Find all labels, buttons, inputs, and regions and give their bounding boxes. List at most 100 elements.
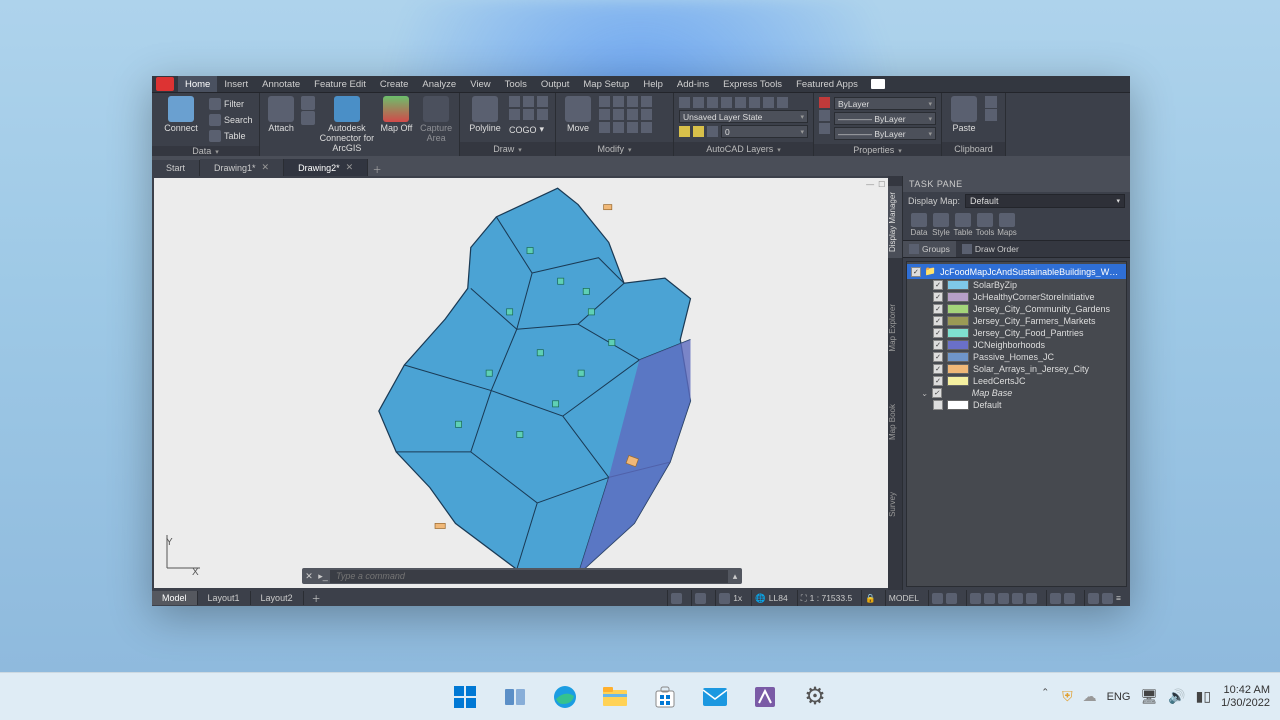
new-tab-button[interactable]: ＋ — [368, 163, 386, 176]
layer-num-combo[interactable]: 0 — [721, 125, 808, 138]
menu-help[interactable]: Help — [636, 76, 670, 92]
weight-icon[interactable] — [819, 123, 830, 134]
layer-tool-icon[interactable] — [679, 97, 690, 108]
explorer-icon[interactable] — [595, 677, 635, 717]
menu-annotate[interactable]: Annotate — [255, 76, 307, 92]
line-icon[interactable] — [819, 110, 830, 121]
layer-tool-icon[interactable] — [735, 97, 746, 108]
layer-checkbox[interactable]: ✓ — [933, 376, 943, 386]
edge-icon[interactable] — [545, 677, 585, 717]
status-icon[interactable] — [671, 593, 682, 604]
tray-battery-icon[interactable]: ▮▯ — [1196, 688, 1211, 705]
polar-icon[interactable] — [998, 593, 1009, 604]
layer-checkbox[interactable]: ✓ — [933, 292, 943, 302]
draw-tool-icon[interactable] — [537, 96, 548, 107]
default-checkbox[interactable] — [933, 400, 943, 410]
layout-tab-layout2[interactable]: Layout2 — [251, 591, 304, 605]
menu-analyze[interactable]: Analyze — [415, 76, 463, 92]
modify-tool-icon[interactable] — [613, 109, 624, 120]
layer-state-combo[interactable]: Unsaved Layer State — [679, 110, 808, 123]
tray-onedrive-icon[interactable]: ☁ — [1083, 688, 1097, 705]
arcgis-connector-button[interactable]: Autodesk Connector for ArcGIS — [319, 96, 374, 154]
status-coord[interactable]: LL84 — [769, 593, 788, 603]
layer-vis-icon[interactable] — [679, 126, 690, 137]
grid2-icon[interactable] — [946, 593, 957, 604]
file-tab[interactable]: Drawing1*✕ — [200, 159, 284, 176]
lineweight-combo[interactable]: ———— ByLayer — [834, 127, 936, 140]
color-icon[interactable] — [819, 97, 830, 108]
settings-icon[interactable]: ⚙ — [795, 677, 835, 717]
grid-icon[interactable] — [932, 593, 943, 604]
menu-add-ins[interactable]: Add-ins — [670, 76, 716, 92]
layer-item[interactable]: ✓Jersey_City_Community_Gardens — [907, 303, 1126, 315]
modify-tool-icon[interactable] — [613, 96, 624, 107]
draw-tool-icon[interactable] — [523, 96, 534, 107]
draw-tool-icon[interactable] — [523, 109, 534, 120]
default-layer-item[interactable]: Default — [907, 399, 1126, 411]
layer-col-icon[interactable] — [707, 126, 718, 137]
layer-tool-icon[interactable] — [721, 97, 732, 108]
sidebar-map-explorer[interactable]: Map Explorer — [888, 298, 902, 358]
menu-express-tools[interactable]: Express Tools — [716, 76, 789, 92]
sidebar-survey[interactable]: Survey — [888, 486, 902, 523]
modify-tool-icon[interactable] — [641, 96, 652, 107]
layer-item[interactable]: ✓Jersey_City_Food_Pantries — [907, 327, 1126, 339]
tray-volume-icon[interactable]: 🔊 — [1168, 688, 1185, 705]
layer-checkbox[interactable]: ✓ — [933, 316, 943, 326]
menu-insert[interactable]: Insert — [217, 76, 255, 92]
layer-checkbox[interactable]: ✓ — [933, 352, 943, 362]
file-tab[interactable]: Drawing2*✕ — [284, 159, 368, 176]
tp-tool-tools[interactable]: Tools — [975, 213, 995, 237]
taskview-icon[interactable] — [495, 677, 535, 717]
status-model[interactable]: MODEL — [889, 593, 919, 603]
menu-map-setup[interactable]: Map Setup — [576, 76, 636, 92]
attach-aux-icon[interactable] — [301, 96, 315, 110]
layer-item[interactable]: ✓JcHealthyCornerStoreInitiative — [907, 291, 1126, 303]
tray-lang[interactable]: ENG — [1107, 691, 1131, 703]
layer-tool-icon[interactable] — [749, 97, 760, 108]
close-tab-icon[interactable]: ✕ — [262, 162, 270, 173]
linetype-combo[interactable]: ———— ByLayer — [834, 112, 936, 125]
layer-tool-icon[interactable] — [763, 97, 774, 108]
lock-icon[interactable]: 🔒 — [865, 593, 876, 604]
tray-network-icon[interactable]: 🖥 — [1140, 688, 1158, 705]
layer-checkbox[interactable]: ✓ — [933, 280, 943, 290]
map-base-item[interactable]: ⌄ ✓ Map Base — [907, 387, 1126, 399]
menu-tools[interactable]: Tools — [498, 76, 534, 92]
iso-icon[interactable] — [1012, 593, 1023, 604]
modify-tool-icon[interactable] — [627, 109, 638, 120]
mapbase-checkbox[interactable]: ✓ — [932, 388, 942, 398]
tp-tool-table[interactable]: Table — [953, 213, 973, 237]
move-button[interactable]: Move — [561, 96, 595, 134]
layout-tab-layout1[interactable]: Layout1 — [198, 591, 251, 605]
menu-featured-apps[interactable]: Featured Apps — [789, 76, 865, 92]
globe-icon[interactable]: 🌐 — [755, 593, 766, 604]
tp-tool-maps[interactable]: Maps — [997, 213, 1017, 237]
status-scale[interactable]: 1 : 71533.5 — [810, 593, 853, 603]
store-icon[interactable] — [645, 677, 685, 717]
cut-icon[interactable] — [985, 109, 997, 121]
capture-area-button[interactable]: Capture Area — [418, 96, 454, 144]
tray-clock[interactable]: 10:42 AM1/30/2022 — [1221, 684, 1270, 708]
snap-icon[interactable] — [970, 593, 981, 604]
start-button[interactable] — [445, 677, 485, 717]
add-layout-button[interactable]: ＋ — [304, 590, 329, 607]
modify-tool-icon[interactable] — [641, 122, 652, 133]
start-tab[interactable]: Start — [152, 160, 200, 176]
attach-button[interactable]: Attach — [265, 96, 297, 134]
layer-checkbox[interactable]: ✓ — [933, 340, 943, 350]
layer-checkbox[interactable]: ✓ — [933, 304, 943, 314]
ortho-icon[interactable] — [984, 593, 995, 604]
command-input[interactable] — [330, 570, 728, 583]
modify-tool-icon[interactable] — [599, 96, 610, 107]
table-button[interactable]: Table — [209, 128, 253, 143]
layer-item[interactable]: ✓Jersey_City_Farmers_Markets — [907, 315, 1126, 327]
display-map-select[interactable]: Default — [965, 194, 1125, 208]
menu-home[interactable]: Home — [178, 76, 217, 92]
modify-tool-icon[interactable] — [599, 109, 610, 120]
draw-tool-icon[interactable] — [509, 109, 520, 120]
layer-lock-icon[interactable] — [693, 126, 704, 137]
menu-create[interactable]: Create — [373, 76, 416, 92]
attach-aux2-icon[interactable] — [301, 111, 315, 125]
sidebar-display-manager[interactable]: Display Manager — [888, 186, 902, 258]
